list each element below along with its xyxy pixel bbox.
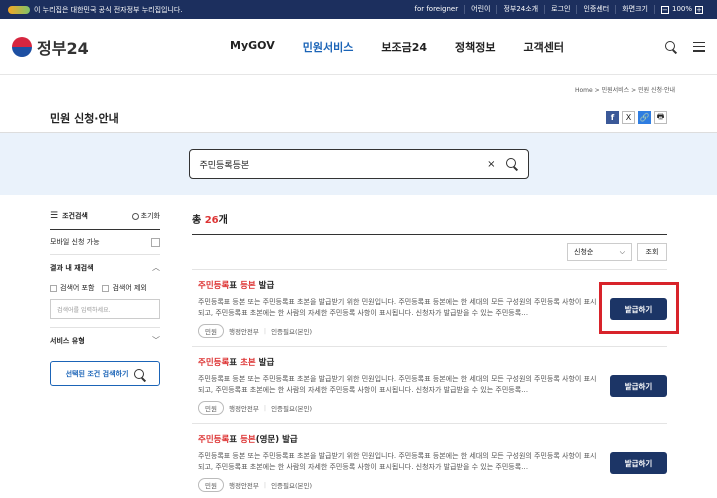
menu-icon[interactable] — [693, 41, 705, 52]
result-item: 주민등록표 초본 발급 주민등록표 등본 또는 주민등록표 초본을 발급받기 위… — [192, 346, 667, 423]
site-header: 정부24 MyGOV 민원서비스 보조금24 정책정보 고객센터 — [0, 19, 717, 75]
filter-sidebar: ☰ 조건검색 초기화 모바일 신청 가능 결과 내 재검색 ︿ 검색어 포함 검… — [50, 211, 160, 498]
filter-icon: ☰ — [50, 211, 59, 221]
nav-civil-service[interactable]: 민원서비스 — [303, 39, 354, 55]
issue-button[interactable]: 발급하기 — [610, 375, 667, 397]
print-icon[interactable]: 🖶 — [654, 111, 667, 124]
link-icon[interactable]: 🔗 — [638, 111, 651, 124]
gov-mark: 이 누리집은 대한민국 공식 전자정부 누리집입니다. — [8, 5, 183, 15]
reset-icon — [131, 212, 139, 220]
nav-mygov[interactable]: MyGOV — [230, 39, 275, 55]
clear-icon[interactable]: × — [487, 159, 495, 170]
mobile-filter-checkbox[interactable] — [151, 237, 160, 247]
issue-button[interactable]: 발급하기 — [610, 452, 667, 474]
zoom-out-button[interactable]: − — [660, 5, 669, 14]
sort-select[interactable]: 신청순 ⌵ — [567, 243, 632, 261]
result-title[interactable]: 주민등록표 등본(영문) 발급 — [198, 433, 667, 445]
share-buttons: f X 🔗 🖶 — [606, 111, 667, 124]
result-description: 주민등록표 등본 또는 주민등록표 초본을 발급받기 위한 민원입니다. 주민등… — [198, 298, 597, 317]
type-tag: 민원 — [198, 478, 224, 492]
chevron-up-icon[interactable]: ︿ — [152, 262, 160, 273]
gov-notice-bar: 이 누리집은 대한민국 공식 전자정부 누리집입니다. for foreigne… — [0, 0, 717, 19]
link-auth-center[interactable]: 인증센터 — [576, 5, 615, 14]
results-panel: 총 26개 신청순 ⌵ 조회 주민등록표 등본 발급 주민등록표 등본 또는 주… — [192, 211, 679, 498]
link-for-foreigner[interactable]: for foreigner — [408, 5, 464, 14]
link-about[interactable]: 정부24소개 — [496, 5, 544, 14]
zoom-control: − 100% + — [653, 5, 709, 14]
search-input[interactable]: 주민등록등본 × — [188, 149, 529, 179]
result-description: 주민등록표 등본 또는 주민등록표 초본을 발급받기 위한 민원입니다. 주민등… — [198, 375, 597, 394]
search-value[interactable]: 주민등록등본 — [200, 158, 488, 171]
auth-label: 인증필요(본인) — [271, 405, 313, 413]
agency-label: 행정안전부 — [228, 405, 259, 413]
taegeuk-icon — [12, 36, 32, 57]
agency-label: 행정안전부 — [228, 482, 259, 490]
nav-subsidy[interactable]: 보조금24 — [381, 39, 427, 55]
chevron-down-icon: ⌵ — [619, 247, 625, 256]
nav-policy[interactable]: 정책정보 — [455, 39, 495, 55]
mobile-filter-label: 모바일 신청 가능 — [50, 238, 100, 246]
link-screen-size: 화면크기 — [615, 5, 654, 14]
eg-logo-icon — [8, 5, 30, 14]
zoom-level: 100% — [671, 5, 692, 13]
refine-search-input[interactable]: 검색어를 입력하세요. — [50, 299, 160, 319]
result-count: 총 26개 — [192, 211, 667, 235]
search-submit-icon[interactable] — [505, 158, 518, 170]
type-tag: 민원 — [198, 324, 224, 338]
refine-label: 결과 내 재검색 — [50, 263, 94, 272]
site-logo[interactable]: 정부24 — [12, 35, 192, 59]
breadcrumb-current: 민원 신청·안내 — [638, 87, 675, 94]
result-item: 주민등록표 등본 발급 주민등록표 등본 또는 주민등록표 초본을 발급받기 위… — [192, 269, 679, 346]
query-button[interactable]: 조회 — [637, 243, 667, 261]
include-option[interactable]: 검색어 포함 — [50, 283, 94, 293]
result-description: 주민등록표 등본 또는 주민등록표 초본을 발급받기 위한 민원입니다. 주민등… — [198, 452, 597, 471]
result-item: 주민등록표 등본(영문) 발급 주민등록표 등본 또는 주민등록표 초본을 발급… — [192, 423, 667, 498]
search-icon[interactable] — [665, 40, 677, 53]
auth-label: 인증필요(본인) — [271, 328, 313, 336]
gov-notice-text: 이 누리집은 대한민국 공식 전자정부 누리집입니다. — [34, 5, 183, 14]
reset-button[interactable]: 초기화 — [131, 211, 160, 221]
breadcrumb: Home > 민원서비스 > 민원 신청·안내 — [574, 87, 675, 94]
issue-button[interactable]: 발급하기 — [610, 298, 667, 320]
result-title[interactable]: 주민등록표 초본 발급 — [198, 356, 667, 368]
chevron-down-icon[interactable]: ﹀ — [152, 335, 160, 346]
auth-label: 인증필요(본인) — [271, 482, 313, 490]
filter-title: 조건검색 — [62, 212, 88, 220]
service-type-label: 서비스 유형 — [50, 336, 85, 345]
type-tag: 민원 — [198, 401, 224, 415]
logo-text: 정부24 — [37, 38, 89, 58]
link-kids[interactable]: 어린이 — [464, 5, 496, 14]
zoom-in-button[interactable]: + — [695, 5, 703, 14]
facebook-icon[interactable]: f — [606, 111, 619, 124]
x-icon[interactable]: X — [622, 111, 635, 124]
link-login[interactable]: 로그인 — [544, 5, 576, 14]
agency-label: 행정안전부 — [228, 328, 259, 336]
page-title: 민원 신청·안내 — [50, 111, 119, 125]
apply-filter-button[interactable]: 선택된 조건 검색하기 — [50, 361, 160, 386]
main-nav: MyGOV 민원서비스 보조금24 정책정보 고객센터 — [230, 39, 564, 55]
title-bar: 민원 신청·안내 f X 🔗 🖶 — [0, 103, 717, 133]
breadcrumb-home[interactable]: Home — [575, 87, 593, 94]
result-title[interactable]: 주민등록표 등본 발급 — [198, 279, 667, 291]
search-icon — [134, 368, 145, 379]
nav-customer-center[interactable]: 고객센터 — [523, 39, 563, 55]
breadcrumb-civil[interactable]: 민원서비스 — [602, 87, 630, 94]
search-band: 주민등록등본 × — [0, 133, 717, 195]
exclude-option[interactable]: 검색어 제외 — [102, 283, 147, 293]
